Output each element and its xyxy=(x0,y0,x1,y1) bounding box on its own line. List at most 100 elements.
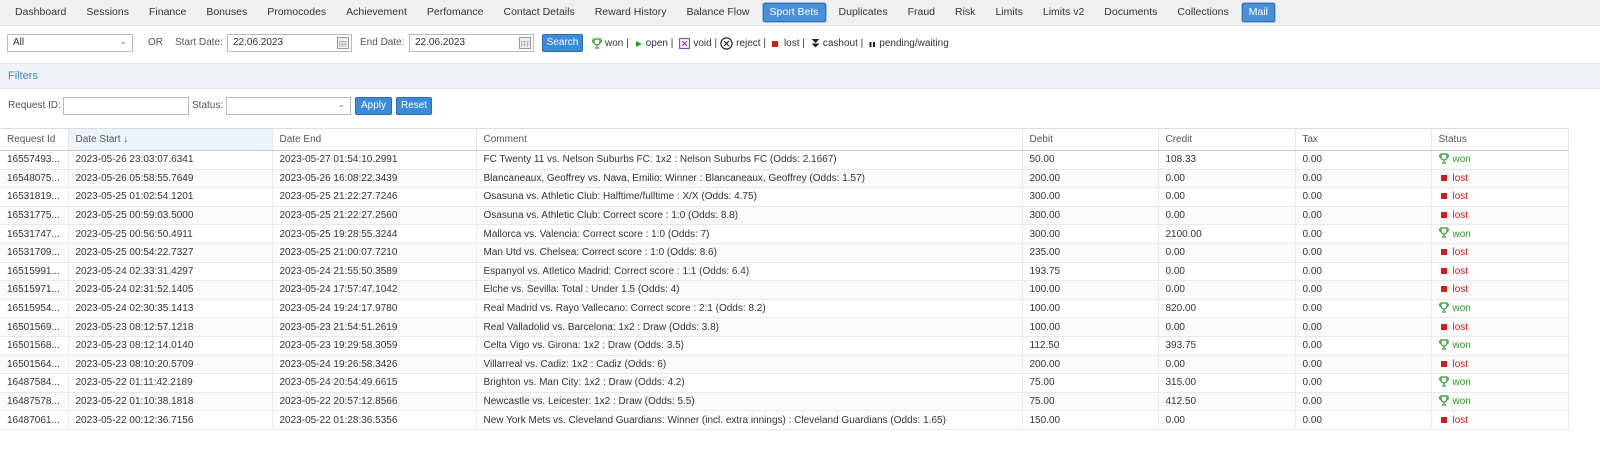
table-row[interactable]: 16515954... 2023-05-24 02:30:35.1413 2023-… xyxy=(0,299,1569,319)
cell-status: won xyxy=(1431,392,1569,412)
table-row[interactable]: 16531747... 2023-05-25 00:56:50.4911 2023-… xyxy=(0,224,1569,244)
tab-bonuses[interactable]: Bonuses xyxy=(199,3,254,22)
lost-square-icon xyxy=(1439,210,1449,221)
lost-square-icon xyxy=(1439,359,1449,370)
cell-status: lost xyxy=(1431,243,1569,263)
table-row[interactable]: 16531709... 2023-05-25 00:54:22.7327 2023-… xyxy=(0,243,1569,263)
column-header-comment[interactable]: Comment xyxy=(476,128,1023,151)
cell-date-end: 2023-05-25 21:22:27.2560 xyxy=(272,206,477,226)
tab-balance-flow[interactable]: Balance Flow xyxy=(679,3,756,22)
legend-pending-label: pending/waiting xyxy=(879,38,949,49)
table-row[interactable]: 16487061... 2023-05-22 00:12:36.7156 2023-… xyxy=(0,410,1569,430)
table-row[interactable]: 16531775... 2023-05-25 00:59:03.5000 2023-… xyxy=(0,206,1569,226)
tab-limits-v2[interactable]: Limits v2 xyxy=(1036,3,1091,22)
status-badge: lost xyxy=(1439,266,1468,277)
tab-sessions[interactable]: Sessions xyxy=(79,3,136,22)
calendar-icon[interactable] xyxy=(337,37,349,49)
legend-cashout: cashout | xyxy=(811,38,863,49)
tab-promocodes[interactable]: Promocodes xyxy=(260,3,333,22)
cell-status: won xyxy=(1431,224,1569,244)
bet-type-select[interactable]: All ⌄ xyxy=(7,34,133,52)
cell-comment: Elche vs. Sevilla: Total : Under 1.5 (Od… xyxy=(476,280,1023,300)
cell-date-start: 2023-05-24 02:30:35.1413 xyxy=(68,299,273,319)
tab-documents[interactable]: Documents xyxy=(1097,3,1164,22)
filters-title[interactable]: Filters xyxy=(8,70,38,82)
legend-pending: pending/waiting xyxy=(869,38,949,49)
cell-status: won xyxy=(1431,373,1569,393)
end-date-input[interactable]: 22.06.2023 xyxy=(409,34,534,52)
tab-fraud[interactable]: Fraud xyxy=(901,3,942,22)
tab-limits[interactable]: Limits xyxy=(988,3,1029,22)
tab-sport-bets[interactable]: Sport Bets xyxy=(762,3,826,22)
tab-perfomance[interactable]: Perfomance xyxy=(420,3,491,22)
cell-credit: 0.00 xyxy=(1158,317,1296,337)
cell-comment: Newcastle vs. Leicester: 1x2 : Draw (Odd… xyxy=(476,392,1023,412)
table-row[interactable]: 16501568... 2023-05-23 08:12:14.0140 2023-… xyxy=(0,336,1569,356)
cell-tax: 0.00 xyxy=(1295,243,1432,263)
cell-date-end: 2023-05-24 21:55:50.3589 xyxy=(272,262,477,282)
column-header-request-id[interactable]: Request Id xyxy=(0,128,69,151)
column-header-credit[interactable]: Credit xyxy=(1158,128,1296,151)
cell-tax: 0.00 xyxy=(1295,392,1432,412)
column-header-debit[interactable]: Debit xyxy=(1022,128,1159,151)
status-badge: lost xyxy=(1439,191,1469,203)
tab-duplicates[interactable]: Duplicates xyxy=(832,3,895,22)
lost-square-icon xyxy=(1439,322,1449,333)
column-header-tax[interactable]: Tax xyxy=(1295,128,1432,151)
cell-date-start: 2023-05-25 00:54:22.7327 xyxy=(68,243,273,263)
trophy-icon xyxy=(1438,227,1449,241)
tab-dashboard[interactable]: Dashboard xyxy=(8,3,73,22)
table-row[interactable]: 16501564... 2023-05-23 08:10:20.5709 2023-… xyxy=(0,355,1569,375)
table-row[interactable]: 16515971... 2023-05-24 02:31:52.1405 2023-… xyxy=(0,280,1569,300)
cell-debit: 100.00 xyxy=(1022,299,1159,319)
status-legend: won | open | void | reject | lost | cash… xyxy=(592,37,952,50)
column-header-date-end[interactable]: Date End xyxy=(272,128,477,151)
table-row[interactable]: 16531819... 2023-05-25 01:02:54.1201 2023-… xyxy=(0,187,1569,207)
calendar-icon[interactable] xyxy=(519,37,531,49)
table-row[interactable]: 16501569... 2023-05-23 08:12:57.1218 2023-… xyxy=(0,317,1569,337)
table-row[interactable]: 16557493... 2023-05-26 23:03:07.6341 2023-… xyxy=(0,150,1569,170)
reset-button[interactable]: Reset xyxy=(396,97,432,115)
tab-collections[interactable]: Collections xyxy=(1170,3,1235,22)
table-row[interactable]: 16515991... 2023-05-24 02:33:31.4297 2023-… xyxy=(0,262,1569,282)
cell-tax: 0.00 xyxy=(1295,355,1432,375)
play-icon xyxy=(635,40,642,47)
cell-status: lost xyxy=(1431,169,1569,189)
filters-bar[interactable]: Filters xyxy=(0,63,1600,89)
search-button[interactable]: Search xyxy=(542,34,583,52)
tab-finance[interactable]: Finance xyxy=(142,3,193,22)
lost-square-icon xyxy=(1439,266,1449,277)
tab-contact-details[interactable]: Contact Details xyxy=(497,3,582,22)
apply-button[interactable]: Apply xyxy=(355,97,392,115)
cell-comment: Man Utd vs. Chelsea: Correct score : 1:0… xyxy=(476,243,1023,263)
column-header-status[interactable]: Status xyxy=(1431,128,1569,151)
table-row[interactable]: 16487578... 2023-05-22 01:10:38.1818 2023-… xyxy=(0,392,1569,412)
start-date-input[interactable]: 22.06.2023 xyxy=(227,34,352,52)
trophy-icon xyxy=(1438,339,1449,353)
cell-credit: 820.00 xyxy=(1158,299,1296,319)
column-header-date-start[interactable]: Date Start ↓ xyxy=(68,128,273,151)
tab-achievement[interactable]: Achievement xyxy=(339,3,414,22)
tab-mail[interactable]: Mail xyxy=(1241,3,1276,22)
cell-comment: Blancaneaux, Geoffrey vs. Nava, Emilio: … xyxy=(476,169,1023,189)
table-row[interactable]: 16548075... 2023-05-26 05:58:55.7649 2023-… xyxy=(0,169,1569,189)
status-text: won xyxy=(1452,154,1471,166)
cell-tax: 0.00 xyxy=(1295,336,1432,356)
lost-square-icon xyxy=(771,40,778,47)
start-date-value: 22.06.2023 xyxy=(233,37,284,48)
tab-reward-history[interactable]: Reward History xyxy=(588,3,674,22)
start-date-label: Start Date: xyxy=(175,37,223,48)
legend-void: void | xyxy=(679,38,717,49)
tab-risk[interactable]: Risk xyxy=(948,3,982,22)
cell-date-end: 2023-05-24 17:57:47.1042 xyxy=(272,280,477,300)
legend-open-label: open | xyxy=(645,38,674,49)
status-filter-select[interactable]: ⌄ xyxy=(226,97,351,115)
lost-square-icon xyxy=(1439,415,1449,426)
cell-credit: 0.00 xyxy=(1158,410,1296,430)
legend-lost: lost | xyxy=(771,38,805,49)
status-text: lost xyxy=(1452,191,1469,203)
request-id-input[interactable] xyxy=(63,97,189,115)
table-row[interactable]: 16487584... 2023-05-22 01:11:42.2189 2023-… xyxy=(0,373,1569,393)
cell-request-id: 16557493... xyxy=(0,150,69,170)
legend-reject-label: reject | xyxy=(736,38,766,49)
